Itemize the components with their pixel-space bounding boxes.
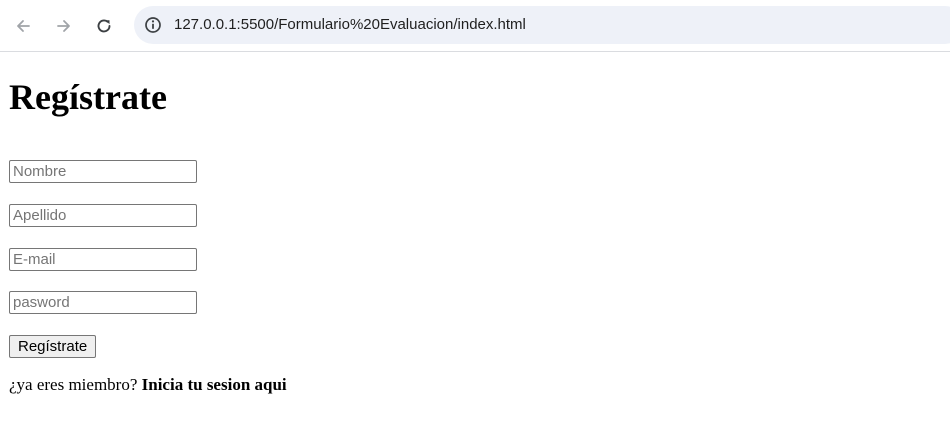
arrow-right-icon [55,17,73,35]
apellido-input[interactable] [9,204,197,227]
info-icon[interactable] [144,16,162,34]
member-prompt-text: ¿ya eres miembro? [9,375,138,394]
password-input[interactable] [9,291,197,314]
url-text: 127.0.0.1:5500/Formulario%20Evaluacion/i… [174,16,526,33]
email-input[interactable] [9,248,197,271]
browser-toolbar: 127.0.0.1:5500/Formulario%20Evaluacion/i… [0,0,950,52]
page-content: Regístrate Regístrate ¿ya eres miembro? … [0,52,950,440]
login-link[interactable]: Inicia tu sesion aqui [142,375,287,394]
nombre-input[interactable] [9,160,197,183]
register-button[interactable]: Regístrate [9,335,97,358]
reload-icon [95,17,113,35]
back-button[interactable] [10,13,36,39]
arrow-left-icon [14,17,32,35]
page-title: Regístrate [9,77,167,117]
login-prompt: ¿ya eres miembro? Inicia tu sesion aqui [9,375,287,395]
address-bar[interactable]: 127.0.0.1:5500/Formulario%20Evaluacion/i… [134,6,950,44]
reload-button[interactable] [91,13,117,39]
forward-button[interactable] [51,13,77,39]
